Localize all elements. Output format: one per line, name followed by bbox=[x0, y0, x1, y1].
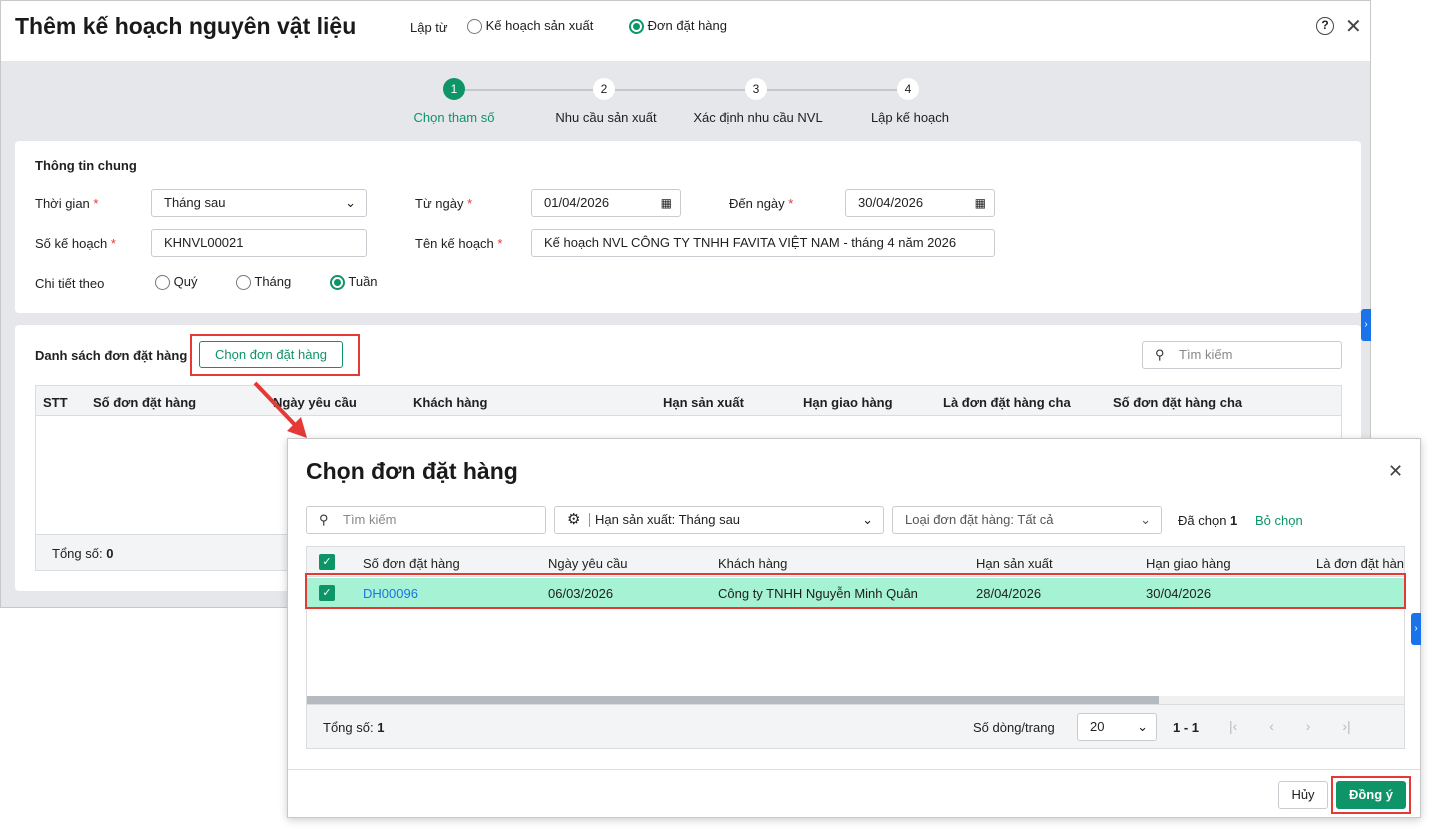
deselect-link[interactable]: Bỏ chọn bbox=[1255, 513, 1303, 528]
plan-name-input[interactable]: Kế hoạch NVL CÔNG TY TNHH FAVITA VIỆT NA… bbox=[531, 229, 995, 257]
step-3-label: Xác định nhu cầu NVL bbox=[693, 110, 823, 125]
radio-week[interactable]: Tuần bbox=[330, 274, 378, 291]
source-label: Lập từ bbox=[410, 20, 448, 35]
dialog-total: Tổng số: 1 bbox=[323, 720, 385, 735]
radio-month[interactable]: Tháng bbox=[236, 274, 291, 291]
chevron-down-icon: ⌄ bbox=[1137, 719, 1148, 734]
orders-search-input[interactable]: ⚲ Tìm kiếm bbox=[1142, 341, 1342, 369]
detail-by-label: Chi tiết theo bbox=[35, 276, 105, 291]
prev-page-icon: ‹ bbox=[1269, 718, 1274, 734]
col-order-code: Số đơn đặt hàng bbox=[363, 556, 460, 571]
pagination-controls[interactable]: |‹ ‹ › ›| bbox=[1229, 718, 1351, 734]
col-production-deadline: Hạn sản xuất bbox=[976, 556, 1053, 571]
col-parent-code: Số đơn đặt hàng cha bbox=[1113, 395, 1243, 410]
col-production-deadline: Hạn sản xuất bbox=[663, 395, 744, 410]
page-title: Thêm kế hoạch nguyên vật liệu bbox=[15, 13, 357, 39]
col-customer: Khách hàng bbox=[718, 556, 788, 571]
pointer-arrow bbox=[253, 381, 307, 438]
cancel-button[interactable]: Hủy bbox=[1278, 781, 1328, 809]
expand-panel-tab[interactable]: › bbox=[1361, 309, 1371, 341]
step-connector bbox=[465, 89, 593, 91]
production-deadline-filter[interactable]: ⚙ Hạn sản xuất: Tháng sau ⌄ bbox=[554, 506, 884, 534]
close-icon[interactable]: ✕ bbox=[1388, 461, 1403, 482]
highlight-box bbox=[1331, 776, 1411, 814]
time-label: Thời gian * bbox=[35, 196, 99, 211]
chevron-down-icon: ⌄ bbox=[862, 512, 873, 527]
step-3[interactable]: 3 bbox=[745, 78, 767, 100]
expand-panel-tab[interactable]: › bbox=[1411, 613, 1421, 645]
table-footer: Tổng số: 1 Số dòng/trang 20 ⌄ 1 - 1 |‹ ‹ … bbox=[307, 704, 1404, 748]
step-connector bbox=[767, 89, 897, 91]
step-4-label: Lập kế hoạch bbox=[870, 110, 950, 125]
search-icon: ⚲ bbox=[319, 512, 329, 527]
plan-name-label: Tên kế hoạch * bbox=[415, 236, 503, 251]
time-select[interactable]: Tháng sau ⌄ bbox=[151, 189, 367, 217]
step-connector bbox=[615, 89, 745, 91]
step-4[interactable]: 4 bbox=[897, 78, 919, 100]
dialog-search-input[interactable]: ⚲ Tìm kiếm bbox=[306, 506, 546, 534]
orders-heading: Danh sách đơn đặt hàng bbox=[35, 348, 188, 363]
col-customer: Khách hàng bbox=[413, 395, 488, 410]
search-icon: ⚲ bbox=[1155, 347, 1165, 362]
close-icon[interactable]: ✕ bbox=[1345, 14, 1362, 39]
selected-count: Đã chọn 1 bbox=[1178, 513, 1238, 528]
calendar-icon: ▦ bbox=[974, 196, 986, 210]
horizontal-scrollbar[interactable] bbox=[307, 696, 1404, 704]
radio-production-plan[interactable]: Kế hoạch sản xuất bbox=[467, 18, 594, 35]
help-icon[interactable]: ? bbox=[1316, 17, 1334, 35]
page-size-select[interactable]: 20 ⌄ bbox=[1077, 713, 1157, 741]
col-delivery-deadline: Hạn giao hàng bbox=[803, 395, 893, 410]
from-date-label: Từ ngày * bbox=[415, 196, 473, 211]
step-1[interactable]: 1 bbox=[443, 78, 465, 100]
to-date-label: Đến ngày * bbox=[729, 196, 794, 211]
dialog-footer-divider bbox=[288, 769, 1420, 770]
col-request-date: Ngày yêu cầu bbox=[548, 556, 628, 571]
from-date-input[interactable]: 01/04/2026 ▦ bbox=[531, 189, 681, 217]
next-page-icon: › bbox=[1305, 718, 1311, 734]
window-header: Thêm kế hoạch nguyên vật liệu Lập từ Kế … bbox=[1, 1, 1370, 61]
plan-code-label: Số kế hoạch * bbox=[35, 236, 116, 251]
step-2-label: Nhu cầu sản xuất bbox=[555, 110, 657, 125]
to-date-input[interactable]: 30/04/2026 ▦ bbox=[845, 189, 995, 217]
radio-label: Đơn đặt hàng bbox=[647, 18, 727, 33]
col-is-parent: Là đơn đặt hàn bbox=[1316, 556, 1405, 571]
highlight-box bbox=[305, 573, 1406, 609]
step-2[interactable]: 2 bbox=[593, 78, 615, 100]
col-stt: STT bbox=[43, 395, 68, 410]
radio-sales-order[interactable]: Đơn đặt hàng bbox=[629, 18, 727, 35]
plan-code-input[interactable]: KHNVL00021 bbox=[151, 229, 367, 257]
general-info-card: Thông tin chung Thời gian * Tháng sau ⌄ T… bbox=[15, 141, 1361, 313]
radio-quarter[interactable]: Quý bbox=[155, 274, 197, 291]
step-1-label: Chọn tham số bbox=[413, 110, 495, 125]
col-order-code: Số đơn đặt hàng bbox=[93, 395, 197, 410]
first-page-icon: |‹ bbox=[1229, 718, 1238, 734]
col-delivery-deadline: Hạn giao hàng bbox=[1146, 556, 1231, 571]
orders-total: Tổng số: 0 bbox=[52, 546, 114, 561]
calendar-icon: ▦ bbox=[660, 196, 672, 210]
select-all-checkbox[interactable]: ✓ bbox=[319, 554, 335, 570]
col-is-parent: Là đơn đặt hàng cha bbox=[943, 395, 1071, 410]
order-type-filter[interactable]: Loại đơn đặt hàng: Tất cả ⌄ bbox=[892, 506, 1162, 534]
scrollbar-thumb bbox=[307, 696, 1159, 704]
dialog-title: Chọn đơn đặt hàng bbox=[306, 458, 518, 484]
highlight-box bbox=[190, 334, 360, 376]
chevron-down-icon: ⌄ bbox=[1140, 512, 1151, 527]
chevron-down-icon: ⌄ bbox=[345, 195, 356, 210]
page-range: 1 - 1 bbox=[1173, 720, 1200, 735]
gear-icon: ⚙ bbox=[567, 511, 581, 528]
section-heading: Thông tin chung bbox=[35, 158, 137, 173]
choose-orders-dialog: Chọn đơn đặt hàng ✕ ⚲ Tìm kiếm ⚙ Hạn sản x… bbox=[287, 438, 1421, 818]
radio-label: Kế hoạch sản xuất bbox=[485, 18, 594, 33]
page-size-label: Số dòng/trang bbox=[973, 720, 1055, 735]
last-page-icon: ›| bbox=[1342, 718, 1351, 734]
